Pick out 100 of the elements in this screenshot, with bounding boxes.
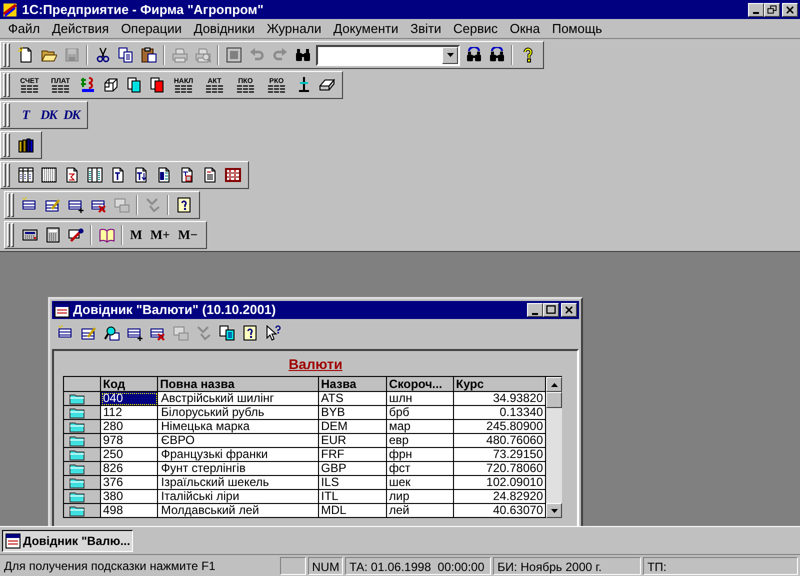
clipboard-icon[interactable]: [140, 47, 156, 63]
menu-item[interactable]: Операции: [114, 18, 188, 38]
search-combo[interactable]: [316, 44, 460, 66]
report-icon[interactable]: [64, 167, 80, 183]
table-cell[interactable]: 280: [101, 420, 158, 434]
table-cell: Німецька марка: [158, 420, 319, 434]
menu-item[interactable]: Сервис: [447, 18, 504, 38]
folder-icon: [69, 448, 85, 460]
table-cell: 0.13340: [454, 406, 546, 420]
table-cell[interactable]: 380: [101, 490, 158, 504]
pointer-help-icon[interactable]: [264, 325, 280, 341]
menu-item[interactable]: Действия: [46, 18, 115, 38]
scroll-thumb[interactable]: [546, 392, 562, 408]
table-icon[interactable]: [86, 167, 102, 183]
menu-item[interactable]: Журнали: [260, 18, 328, 38]
menu-item[interactable]: Помощь: [546, 18, 608, 38]
column-header[interactable]: Скороч...: [387, 377, 454, 392]
status-field: ТП:: [643, 556, 798, 574]
keyboard-icon[interactable]: [22, 227, 38, 243]
toolbar-grip[interactable]: [7, 193, 14, 217]
document-icon[interactable]: [110, 167, 126, 183]
column-header[interactable]: Курс: [454, 377, 546, 392]
close-button[interactable]: [782, 2, 798, 16]
table-cell: ЄВРО: [158, 434, 319, 448]
books-icon[interactable]: [18, 137, 34, 153]
table-cell[interactable]: 040: [101, 392, 158, 406]
binoculars-arrow-icon[interactable]: [466, 47, 482, 63]
magnifier-icon[interactable]: [104, 325, 120, 341]
memory-button[interactable]: M+: [146, 224, 174, 246]
table-cell[interactable]: 978: [101, 434, 158, 448]
document-arrow-icon[interactable]: [132, 167, 148, 183]
copy-icon[interactable]: [118, 47, 134, 63]
document-list-icon[interactable]: [156, 167, 172, 183]
frame-icon[interactable]: [226, 47, 242, 63]
new-document-icon[interactable]: [18, 47, 34, 63]
table-cell: 720.78060: [454, 462, 546, 476]
toolbar-grip[interactable]: [7, 223, 14, 247]
menu-item[interactable]: Довідники: [188, 18, 261, 38]
menu-item[interactable]: Окна: [504, 18, 546, 38]
documents-icon[interactable]: [126, 77, 142, 93]
memory-button[interactable]: M: [126, 224, 146, 246]
calculator-icon[interactable]: [44, 227, 60, 243]
restore-button[interactable]: [764, 2, 780, 16]
table-cell[interactable]: 112: [101, 406, 158, 420]
table-cell: Австрійський шилінг: [158, 392, 319, 406]
table-cell[interactable]: 250: [101, 448, 158, 462]
column-header[interactable]: Назва: [319, 377, 387, 392]
minimize-button[interactable]: [748, 2, 764, 16]
maximize-icon: [546, 305, 556, 315]
help-document-icon[interactable]: [176, 197, 192, 213]
checkerboard-icon[interactable]: [40, 167, 56, 183]
menu-item[interactable]: Файл: [2, 18, 46, 38]
table-cell: EUR: [319, 434, 387, 448]
dropdown-button[interactable]: [442, 46, 458, 64]
table-cell: шлн: [387, 392, 454, 406]
minimize-button[interactable]: [527, 303, 543, 317]
toolbar-grip[interactable]: [3, 103, 10, 127]
down-arrow-icon[interactable]: [550, 508, 558, 512]
cube-icon[interactable]: [102, 77, 118, 93]
edit-record-icon[interactable]: [80, 325, 96, 341]
binoculars-arrow-icon[interactable]: [488, 47, 504, 63]
lines-icon: [236, 84, 256, 92]
down-arrow-icon: [446, 53, 454, 57]
letter-button[interactable]: DK: [37, 104, 60, 126]
maximize-button[interactable]: [543, 303, 559, 317]
status-field: БИ: Ноябрь 2000 г.: [493, 556, 642, 574]
column-header[interactable]: Код: [101, 377, 158, 392]
abacus-icon[interactable]: [224, 167, 240, 183]
document-stamp-icon[interactable]: [178, 167, 194, 183]
letter-button[interactable]: DK: [60, 104, 83, 126]
help-document-icon[interactable]: [242, 325, 258, 341]
column-header[interactable]: Повна назва: [158, 377, 319, 392]
toolbar-grip[interactable]: [3, 73, 10, 97]
tray-icon[interactable]: [318, 77, 334, 93]
binoculars-icon[interactable]: [294, 47, 310, 63]
column-header[interactable]: [64, 377, 101, 392]
toolbar-grip[interactable]: [3, 43, 10, 67]
document-lines-icon[interactable]: [202, 167, 218, 183]
documents-icon[interactable]: [148, 77, 164, 93]
menu-item[interactable]: Звіти: [404, 18, 448, 38]
table-cell: 480.76060: [454, 434, 546, 448]
table-cell[interactable]: 498: [101, 504, 158, 518]
memory-button[interactable]: M−: [174, 224, 202, 246]
letter-button[interactable]: Т: [14, 104, 37, 126]
open-book-icon[interactable]: [98, 227, 114, 243]
up-arrow-icon[interactable]: [550, 382, 558, 386]
edit-record-icon[interactable]: [44, 197, 60, 213]
window-tab[interactable]: Довідник "Валю...: [2, 530, 134, 552]
currency-icon[interactable]: [80, 77, 96, 93]
copy-documents-icon[interactable]: [218, 325, 234, 341]
table-icon[interactable]: [18, 167, 34, 183]
toolbar-grip[interactable]: [3, 163, 10, 187]
table-cell[interactable]: 826: [101, 462, 158, 476]
close-button[interactable]: [561, 303, 577, 317]
scrollbar[interactable]: [546, 377, 562, 518]
scissors-icon[interactable]: [94, 47, 110, 63]
status-hint: Для получения подсказки нажмите F1: [3, 558, 216, 574]
toolbar-grip[interactable]: [3, 133, 10, 157]
menu-item[interactable]: Документи: [327, 18, 404, 38]
table-cell[interactable]: 376: [101, 476, 158, 490]
